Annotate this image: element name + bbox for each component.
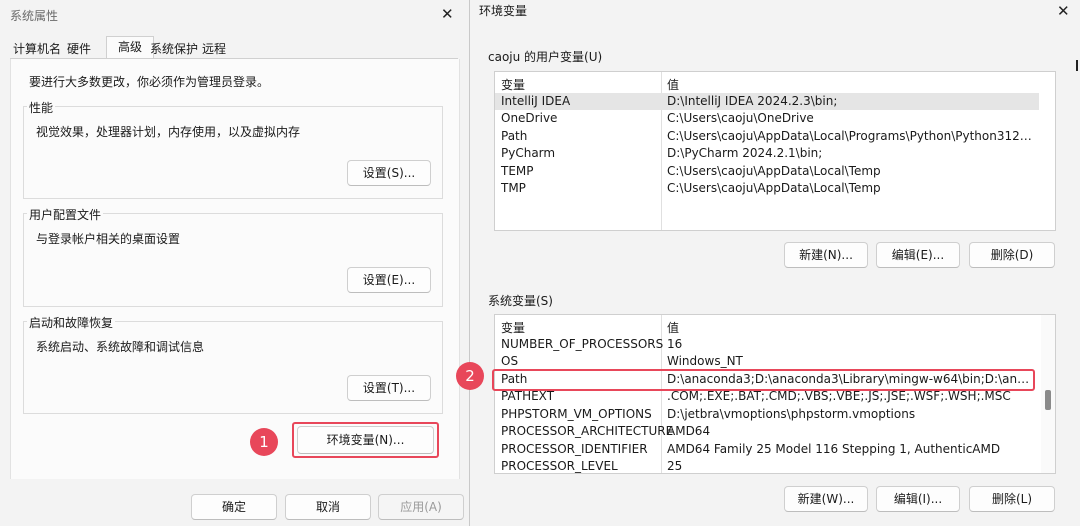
table-row[interactable]: PyCharm D:\PyCharm 2024.2.1\bin;: [495, 145, 1039, 162]
tab-hardware[interactable]: 硬件: [67, 40, 91, 57]
user-new-button[interactable]: 新建(N)...: [784, 242, 868, 268]
table-row[interactable]: PROCESSOR_ARCHITECTURE AMD64: [495, 423, 1039, 440]
user-edit-button[interactable]: 编辑(E)...: [876, 242, 960, 268]
list-header: 变量 值: [495, 75, 1039, 92]
table-row[interactable]: PHPSTORM_VM_OPTIONS D:\jetbra\vmoptions\…: [495, 406, 1039, 423]
variable-name: OneDrive: [501, 111, 558, 125]
step-marker-1: 1: [250, 428, 278, 456]
list-header: 变量 值: [495, 318, 1039, 335]
variable-name: TMP: [501, 181, 526, 195]
table-row[interactable]: TMP C:\Users\caoju\AppData\Local\Temp: [495, 180, 1039, 197]
variable-name: PROCESSOR_ARCHITECTURE: [501, 424, 674, 438]
system-edit-button[interactable]: 编辑(I)...: [876, 486, 960, 512]
variable-name: PATHEXT: [501, 389, 555, 403]
variable-value: C:\Users\caoju\AppData\Local\Programs\Py…: [667, 129, 1035, 143]
apply-button: 应用(A): [378, 494, 464, 520]
startup-recovery-group: 启动和故障恢复 系统启动、系统故障和调试信息 设置(T)...: [23, 314, 443, 414]
system-variables-list[interactable]: 变量 值 NUMBER_OF_PROCESSORS 16 OS Windows_…: [494, 314, 1056, 474]
admin-notice: 要进行大多数更改，你必须作为管理员登录。: [29, 75, 270, 89]
system-properties-dialog: 系统属性 ✕ 计算机名 硬件 高级 系统保护 远程 要进行大多数更改，你必须作为…: [0, 0, 470, 526]
performance-group: 性能 视觉效果，处理器计划，内存使用，以及虚拟内存 设置(S)...: [23, 99, 443, 199]
scrollbar-thumb[interactable]: [1045, 390, 1051, 410]
ok-button[interactable]: 确定: [191, 494, 277, 520]
startup-recovery-description: 系统启动、系统故障和调试信息: [36, 340, 205, 354]
variable-name: OS: [501, 354, 519, 368]
variable-name: PROCESSOR_LEVEL: [501, 459, 618, 473]
system-new-button[interactable]: 新建(W)...: [784, 486, 868, 512]
vertical-scrollbar[interactable]: [1041, 315, 1055, 473]
user-delete-button[interactable]: 删除(D): [969, 242, 1055, 268]
column-header-value[interactable]: 值: [667, 76, 1035, 93]
column-header-value[interactable]: 值: [667, 319, 1035, 336]
performance-settings-button[interactable]: 设置(S)...: [347, 160, 431, 186]
variable-name: TEMP: [501, 164, 534, 178]
variable-value: 16: [667, 337, 683, 351]
table-row[interactable]: IntelliJ IDEA D:\IntelliJ IDEA 2024.2.3\…: [495, 93, 1039, 110]
table-row[interactable]: PROCESSOR_LEVEL 25: [495, 458, 1039, 473]
table-row[interactable]: PROCESSOR_IDENTIFIER AMD64 Family 25 Mod…: [495, 441, 1039, 458]
variable-name: PyCharm: [501, 146, 556, 160]
table-row[interactable]: NUMBER_OF_PROCESSORS 16: [495, 336, 1039, 353]
system-delete-button[interactable]: 删除(L): [969, 486, 1055, 512]
step-marker-2: 2: [456, 362, 484, 390]
dialog-title: 系统属性: [10, 9, 59, 23]
table-row[interactable]: OS Windows_NT: [495, 353, 1039, 370]
user-variables-list[interactable]: 变量 值 IntelliJ IDEA D:\IntelliJ IDEA 2024…: [494, 71, 1056, 231]
cancel-button[interactable]: 取消: [285, 494, 371, 520]
system-variables-title: 系统变量(S): [488, 294, 553, 308]
window-edge-marker: [1076, 60, 1078, 71]
variable-value: Windows_NT: [667, 354, 743, 368]
variable-name: IntelliJ IDEA: [501, 94, 571, 108]
variable-value: .COM;.EXE;.BAT;.CMD;.VBS;.VBE;.JS;.JSE;.…: [667, 389, 1011, 403]
variable-value: 25: [667, 459, 683, 473]
highlight-box-path-row: [492, 369, 1035, 391]
tab-remote[interactable]: 远程: [202, 40, 226, 57]
table-row[interactable]: TEMP C:\Users\caoju\AppData\Local\Temp: [495, 163, 1039, 180]
user-profiles-description: 与登录帐户相关的桌面设置: [36, 232, 181, 246]
variable-value: D:\jetbra\vmoptions\phpstorm.vmoptions: [667, 407, 916, 421]
startup-recovery-label: 启动和故障恢复: [27, 314, 116, 331]
environment-variables-button[interactable]: 环境变量(N)...: [297, 426, 434, 454]
tab-advanced[interactable]: 高级: [106, 36, 154, 59]
close-icon[interactable]: ✕: [441, 6, 454, 22]
user-profiles-group: 用户配置文件 与登录帐户相关的桌面设置 设置(E)...: [23, 206, 443, 307]
env-dialog-title: 环境变量: [479, 4, 528, 18]
table-row[interactable]: Path C:\Users\caoju\AppData\Local\Progra…: [495, 128, 1039, 145]
tab-computer-name[interactable]: 计算机名: [13, 40, 61, 57]
variable-name: PHPSTORM_VM_OPTIONS: [501, 407, 652, 421]
variable-value: D:\PyCharm 2024.2.1\bin;: [667, 146, 823, 160]
variable-name: NUMBER_OF_PROCESSORS: [501, 337, 664, 351]
column-header-variable[interactable]: 变量: [501, 319, 525, 336]
variable-value: AMD64 Family 25 Model 116 Stepping 1, Au…: [667, 442, 1001, 456]
user-profiles-label: 用户配置文件: [27, 206, 104, 223]
user-profiles-settings-button[interactable]: 设置(E)...: [347, 267, 431, 293]
performance-label: 性能: [27, 99, 56, 116]
tab-strip: 计算机名 硬件 高级 系统保护 远程: [10, 36, 450, 59]
table-row[interactable]: OneDrive C:\Users\caoju\OneDrive: [495, 110, 1039, 127]
column-header-variable[interactable]: 变量: [501, 76, 525, 93]
variable-value: C:\Users\caoju\AppData\Local\Temp: [667, 164, 881, 178]
variable-value: D:\IntelliJ IDEA 2024.2.3\bin;: [667, 94, 838, 108]
env-close-icon[interactable]: ✕: [1057, 3, 1070, 19]
variable-value: C:\Users\caoju\AppData\Local\Temp: [667, 181, 881, 195]
performance-description: 视觉效果，处理器计划，内存使用，以及虚拟内存: [36, 125, 301, 139]
startup-recovery-settings-button[interactable]: 设置(T)...: [347, 375, 431, 401]
variable-name: Path: [501, 129, 528, 143]
tab-system-protection[interactable]: 系统保护: [150, 40, 198, 57]
variable-name: PROCESSOR_IDENTIFIER: [501, 442, 648, 456]
variable-value: AMD64: [667, 424, 711, 438]
variable-value: C:\Users\caoju\OneDrive: [667, 111, 814, 125]
user-variables-title: caoju 的用户变量(U): [488, 50, 603, 64]
